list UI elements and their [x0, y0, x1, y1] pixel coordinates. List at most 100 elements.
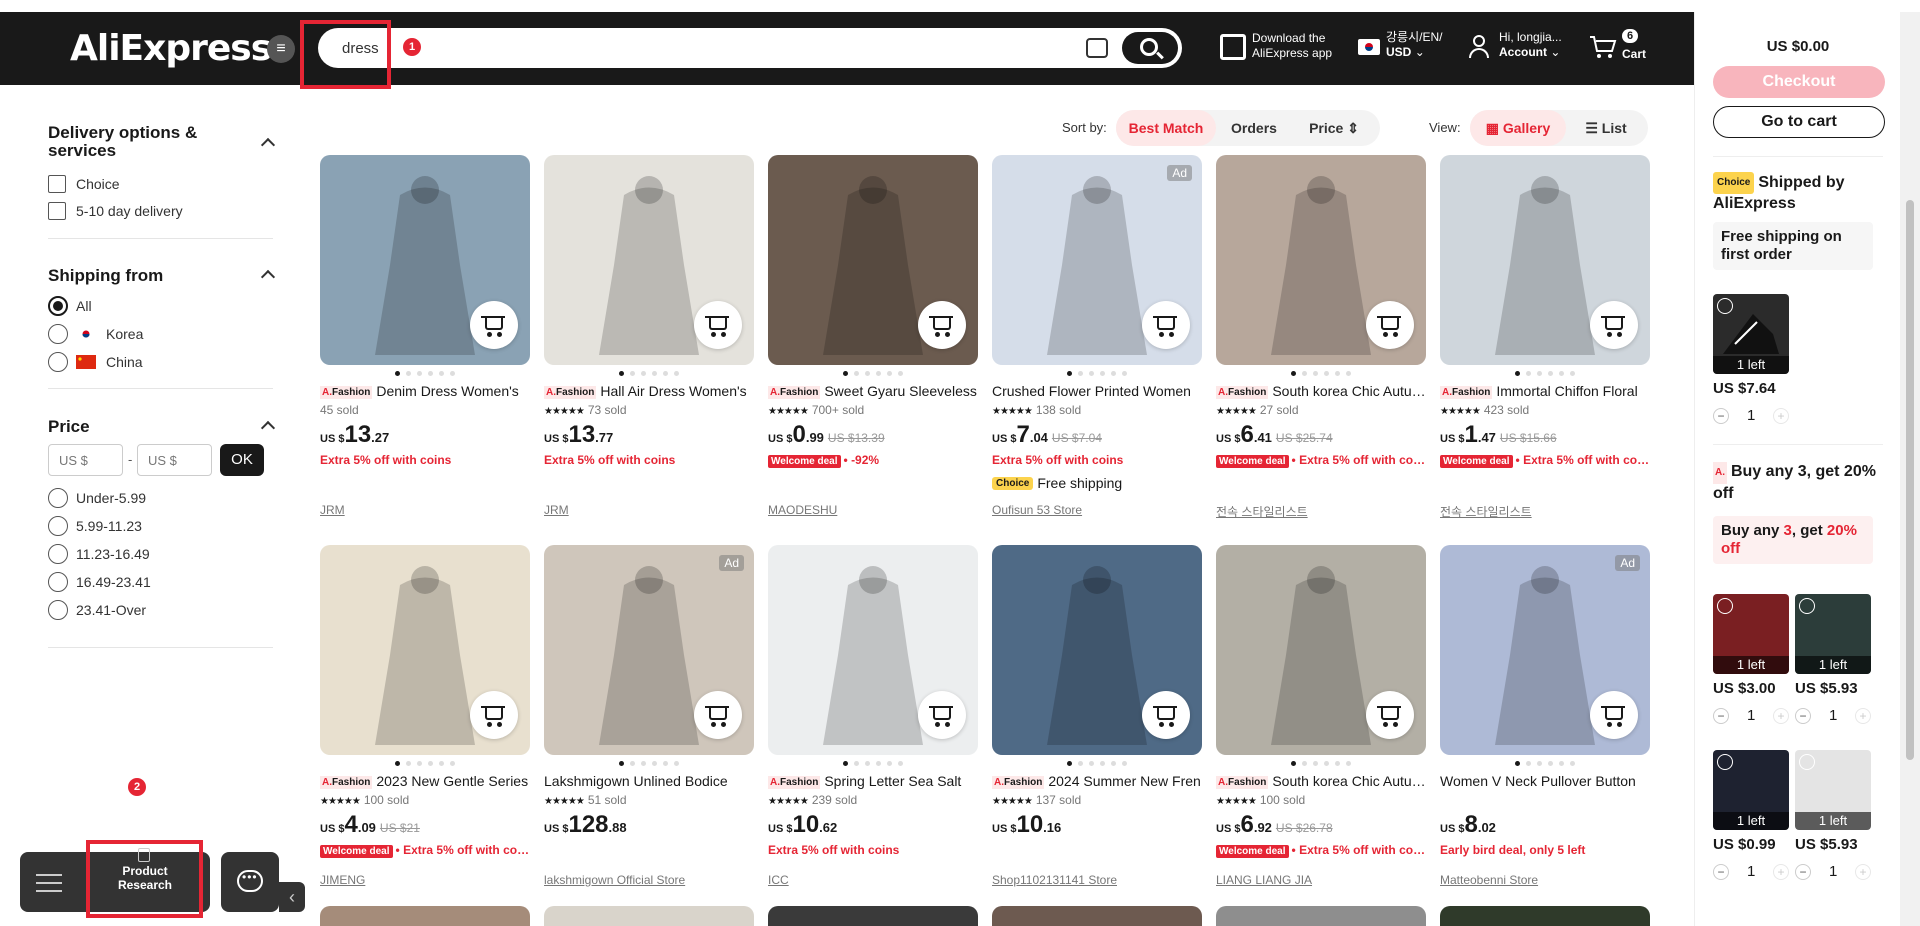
add-to-cart-button[interactable]	[918, 301, 966, 349]
image-carousel-dots[interactable]	[992, 371, 1202, 376]
product-image[interactable]: Ad	[1440, 545, 1650, 755]
image-carousel-dots[interactable]	[1440, 371, 1650, 376]
sort-orders[interactable]: Orders	[1216, 110, 1292, 146]
cart-item-thumb[interactable]: 1 left	[1795, 594, 1871, 674]
chevron-up-icon[interactable]	[260, 269, 276, 285]
product-title[interactable]: A.Fashion South korea Chic Autumn	[1216, 773, 1426, 789]
region-language-selector[interactable]: 강릉시/EN/ USD ⌄	[1386, 30, 1442, 60]
chat-button[interactable]	[221, 852, 279, 912]
cart-item-thumb[interactable]: 1 left	[1713, 594, 1789, 674]
product-image[interactable]	[992, 545, 1202, 755]
product-card[interactable]: Ad Lakshmigown Unlined Bodice ★★★★★ 51 sol…	[544, 545, 754, 915]
category-menu-button[interactable]: ≡	[267, 35, 295, 63]
cart-item-thumb[interactable]: 1 left	[1795, 750, 1871, 830]
image-search-icon[interactable]	[1086, 38, 1108, 58]
product-title[interactable]: Crushed Flower Printed Women	[992, 383, 1202, 399]
product-title[interactable]: A.Fashion Spring Letter Sea Salt	[768, 773, 978, 789]
store-link[interactable]: MAODESHU	[768, 503, 837, 517]
product-title[interactable]: A.Fashion Sweet Gyaru Sleeveless	[768, 383, 978, 399]
product-title[interactable]: A.Fashion 2023 New Gentle Series	[320, 773, 530, 789]
product-card[interactable]: A.Fashion Spring Letter Sea Salt ★★★★★ 239 …	[768, 545, 978, 915]
product-card[interactable]: Ad Crushed Flower Printed Women ★★★★★ 138 …	[992, 155, 1202, 525]
image-carousel-dots[interactable]	[1440, 761, 1650, 766]
add-to-cart-button[interactable]	[1366, 301, 1414, 349]
add-to-cart-button[interactable]	[1590, 691, 1638, 739]
quantity-stepper[interactable]: −1 +	[1795, 706, 1871, 726]
product-card[interactable]: A.Fashion Sweet Gyaru Sleeveless ★★★★★ 700+…	[768, 155, 978, 525]
cart-icon[interactable]	[1589, 34, 1617, 58]
product-title[interactable]: Women V Neck Pullover Button	[1440, 773, 1650, 789]
store-link[interactable]: ICC	[768, 873, 789, 887]
product-image[interactable]	[768, 155, 978, 365]
product-card[interactable]: A.Fashion Immortal Chiffon Floral ★★★★★ 423…	[1440, 155, 1650, 525]
product-image[interactable]: Ad	[544, 545, 754, 755]
image-carousel-dots[interactable]	[544, 761, 754, 766]
quantity-stepper[interactable]: −1 +	[1713, 406, 1789, 426]
min-price-input[interactable]: US $	[48, 444, 123, 476]
image-carousel-dots[interactable]	[1216, 761, 1426, 766]
chevron-up-icon[interactable]	[260, 137, 276, 153]
product-image[interactable]	[1440, 155, 1650, 365]
product-image-partial[interactable]	[544, 906, 754, 926]
max-price-input[interactable]: US $	[137, 444, 212, 476]
add-to-cart-button[interactable]	[1366, 691, 1414, 739]
product-image-partial[interactable]	[320, 906, 530, 926]
product-card[interactable]: Ad Women V Neck Pullover Button US $8.02 E…	[1440, 545, 1650, 915]
product-image-partial[interactable]	[1216, 906, 1426, 926]
product-image-partial[interactable]	[992, 906, 1202, 926]
product-card[interactable]: A.Fashion 2023 New Gentle Series ★★★★★ 100 …	[320, 545, 530, 915]
product-image[interactable]	[1216, 155, 1426, 365]
product-title[interactable]: A.Fashion Denim Dress Women's	[320, 383, 530, 399]
product-title[interactable]: A.Fashion South korea Chic Autumn	[1216, 383, 1426, 399]
store-link[interactable]: lakshmigown Official Store	[544, 873, 685, 887]
scrollbar-thumb[interactable]	[1906, 200, 1914, 760]
image-carousel-dots[interactable]	[768, 371, 978, 376]
layers-icon[interactable]	[36, 870, 62, 894]
store-link[interactable]: JRM	[320, 503, 345, 517]
product-image-partial[interactable]	[768, 906, 978, 926]
sort-best-match[interactable]: Best Match	[1116, 110, 1216, 146]
product-image[interactable]	[768, 545, 978, 755]
product-image[interactable]	[320, 545, 530, 755]
image-carousel-dots[interactable]	[320, 371, 530, 376]
product-image[interactable]	[1216, 545, 1426, 755]
cart-link[interactable]: Cart	[1622, 47, 1646, 62]
aliexpress-logo[interactable]: AliExpress	[70, 28, 272, 69]
store-link[interactable]: 전속 스타일리스트	[1216, 503, 1308, 520]
product-image[interactable]	[544, 155, 754, 365]
add-to-cart-button[interactable]	[470, 301, 518, 349]
quantity-stepper[interactable]: −1 +	[1795, 862, 1871, 882]
store-link[interactable]: LIANG LIANG JIA	[1216, 873, 1312, 887]
add-to-cart-button[interactable]	[694, 691, 742, 739]
product-card[interactable]: A.Fashion South korea Chic Autumn ★★★★★ 100…	[1216, 545, 1426, 915]
product-card[interactable]: A.Fashion Hall Air Dress Women's ★★★★★ 73 s…	[544, 155, 754, 525]
price-ok-button[interactable]: OK	[220, 444, 264, 476]
quantity-stepper[interactable]: −1 +	[1713, 706, 1789, 726]
image-carousel-dots[interactable]	[320, 761, 530, 766]
product-image-partial[interactable]	[1440, 906, 1650, 926]
go-to-cart-button[interactable]: Go to cart	[1713, 106, 1885, 138]
product-image[interactable]: Ad	[992, 155, 1202, 365]
store-link[interactable]: Matteobenni Store	[1440, 873, 1538, 887]
product-card[interactable]: A.Fashion South korea Chic Autumn ★★★★★ 27 …	[1216, 155, 1426, 525]
product-card[interactable]: A.Fashion 2024 Summer New Fren ★★★★★ 137 so…	[992, 545, 1202, 915]
product-title[interactable]: A.Fashion Immortal Chiffon Floral	[1440, 383, 1650, 399]
store-link[interactable]: JRM	[544, 503, 569, 517]
product-card[interactable]: A.Fashion Denim Dress Women's 45 sold US $1…	[320, 155, 530, 525]
chevron-up-icon[interactable]	[260, 420, 276, 436]
store-link[interactable]: 전속 스타일리스트	[1440, 503, 1532, 520]
add-to-cart-button[interactable]	[1590, 301, 1638, 349]
add-to-cart-button[interactable]	[470, 691, 518, 739]
cart-item-thumb[interactable]: 1 left	[1713, 750, 1789, 830]
image-carousel-dots[interactable]	[768, 761, 978, 766]
store-link[interactable]: Oufisun 53 Store	[992, 503, 1082, 517]
product-title[interactable]: A.Fashion 2024 Summer New Fren	[992, 773, 1202, 789]
cart-item-thumb[interactable]: 1 left	[1713, 294, 1789, 374]
add-to-cart-button[interactable]	[1142, 691, 1190, 739]
qr-code-icon[interactable]	[1220, 34, 1246, 60]
product-title[interactable]: A.Fashion Hall Air Dress Women's	[544, 383, 754, 399]
download-app-link[interactable]: Download the AliExpress app	[1252, 31, 1332, 61]
store-link[interactable]: Shop1102131141 Store	[992, 873, 1117, 887]
add-to-cart-button[interactable]	[694, 301, 742, 349]
product-title[interactable]: Lakshmigown Unlined Bodice	[544, 773, 754, 789]
